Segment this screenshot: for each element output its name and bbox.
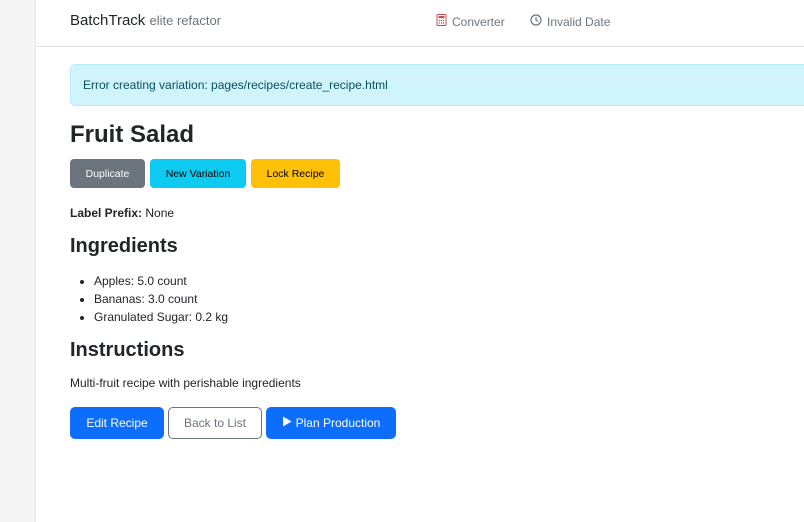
label-prefix-label: Label Prefix: [70, 206, 143, 220]
recipe-actions: Duplicate New Variation Lock Recipe [70, 159, 340, 188]
ingredients-list: Apples: 5.0 count Bananas: 3.0 count Gra… [76, 272, 228, 326]
nav-converter-label: Converter [452, 14, 505, 29]
footer-actions: Edit Recipe Back to List Plan Production [70, 407, 396, 439]
list-item: Granulated Sugar: 0.2 kg [94, 308, 228, 326]
left-sidebar-strip [0, 0, 36, 522]
nav-converter[interactable]: Converter [436, 14, 505, 29]
label-prefix: Label Prefix: None [70, 206, 174, 220]
error-alert: Error creating variation: pages/recipes/… [70, 64, 804, 106]
back-to-list-button[interactable]: Back to List [168, 407, 262, 439]
list-item: Bananas: 3.0 count [94, 290, 228, 308]
top-navbar: BatchTrack elite refactor Converter Inva… [36, 0, 804, 47]
plan-production-button[interactable]: Plan Production [266, 407, 396, 439]
calculator-icon [436, 14, 447, 29]
page-title: Fruit Salad [70, 121, 195, 148]
instructions-heading: Instructions [70, 339, 185, 361]
brand[interactable]: BatchTrack elite refactor [70, 12, 221, 29]
nav-date-label: Invalid Date [547, 14, 611, 29]
brand-subtitle: elite refactor [149, 13, 222, 28]
ingredients-heading: Ingredients [70, 235, 178, 257]
edit-recipe-button[interactable]: Edit Recipe [70, 407, 164, 439]
play-icon [282, 416, 292, 430]
plan-production-label: Plan Production [295, 416, 381, 430]
list-item: Apples: 5.0 count [94, 272, 228, 290]
label-prefix-value: None [145, 206, 175, 220]
nav-date: Invalid Date [530, 14, 610, 29]
new-variation-button[interactable]: New Variation [150, 159, 246, 188]
clock-icon [530, 14, 542, 29]
lock-recipe-button[interactable]: Lock Recipe [251, 159, 340, 188]
brand-name: BatchTrack [70, 12, 146, 29]
duplicate-button[interactable]: Duplicate [70, 159, 145, 188]
instructions-text: Multi-fruit recipe with perishable ingre… [70, 376, 301, 390]
